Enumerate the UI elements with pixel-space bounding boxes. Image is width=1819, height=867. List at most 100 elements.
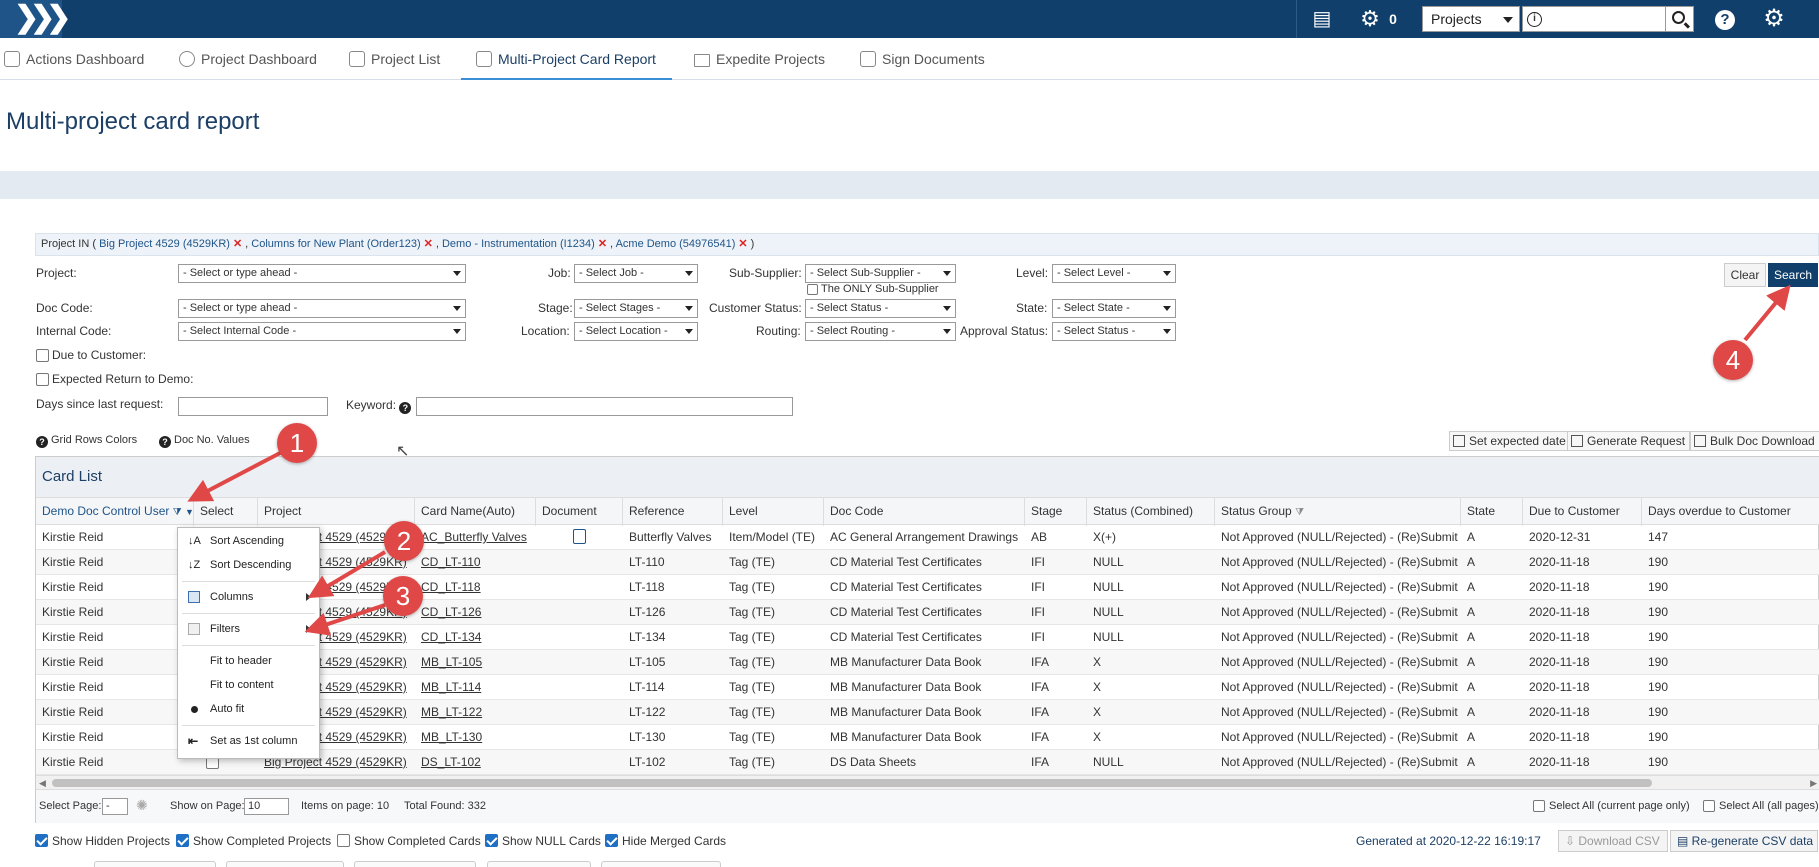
set-expected-date-button[interactable]: Set expected date (1449, 431, 1571, 451)
table-cell[interactable]: CD_LT-126 (415, 600, 536, 625)
only-sub-supplier-checkbox[interactable] (807, 284, 818, 295)
filter-icon[interactable]: ⧩ (173, 507, 182, 518)
internal-code-select[interactable]: - Select Internal Code - (178, 322, 466, 341)
table-cell[interactable]: MB_LT-105 (415, 650, 536, 675)
report-icon[interactable]: ▤ (1306, 0, 1338, 38)
bottom-tab[interactable] (354, 861, 476, 867)
tab-expedite-projects[interactable]: Expedite Projects (694, 38, 825, 80)
generate-request-button[interactable]: Generate Request (1567, 431, 1691, 451)
tab-project-list[interactable]: Project List (349, 38, 440, 80)
project-select[interactable]: - Select or type ahead - (178, 264, 466, 283)
show-null-cards-checkbox[interactable] (485, 834, 498, 847)
menu-item-sort-ascending[interactable]: ↓A Sort Ascending (178, 529, 319, 553)
select-all-pages-checkbox[interactable] (1703, 800, 1715, 812)
scrollbar-thumb[interactable] (52, 779, 1652, 787)
tab-project-dashboard[interactable]: Project Dashboard (179, 38, 317, 80)
menu-item-set-first-column[interactable]: ⇤ Set as 1st column (178, 729, 319, 753)
hide-merged-cards-option[interactable]: Hide Merged Cards (605, 830, 726, 852)
table-cell[interactable]: CD_LT-118 (415, 575, 536, 600)
table-cell[interactable]: MB_LT-114 (415, 675, 536, 700)
bottom-tab[interactable] (226, 861, 344, 867)
column-header[interactable]: Status Group ⧩ (1215, 498, 1461, 526)
table-cell[interactable]: CD_LT-110 (415, 550, 536, 575)
days-since-input[interactable] (178, 397, 328, 416)
filter-chip[interactable]: Big Project 4529 (4529KR) (99, 238, 230, 250)
select-all-current-checkbox[interactable] (1533, 800, 1545, 812)
routing-select[interactable]: - Select Routing - (805, 322, 956, 341)
remove-chip-icon[interactable]: ✕ (424, 238, 433, 250)
table-cell[interactable]: MB_LT-130 (415, 725, 536, 750)
global-search-button[interactable] (1666, 6, 1694, 32)
bottom-tab[interactable] (487, 861, 591, 867)
keyword-input[interactable] (416, 397, 793, 416)
show-hidden-projects-option[interactable]: Show Hidden Projects (35, 830, 170, 852)
show-completed-projects-option[interactable]: Show Completed Projects (176, 830, 331, 852)
show-completed-projects-checkbox[interactable] (176, 834, 189, 847)
remove-chip-icon[interactable]: ✕ (738, 238, 747, 250)
chevron-down-icon[interactable]: ▼ (185, 507, 193, 517)
column-header[interactable]: Stage (1025, 498, 1087, 526)
tab-actions-dashboard[interactable]: Actions Dashboard (4, 38, 144, 80)
horizontal-scrollbar[interactable]: ◀ ▶ (36, 775, 1819, 789)
doc-code-select[interactable]: - Select or type ahead - (178, 299, 466, 318)
regenerate-csv-button[interactable]: ▤ Re-generate CSV data (1670, 830, 1818, 852)
tab-sign-documents[interactable]: Sign Documents (860, 38, 985, 80)
due-to-customer-checkbox[interactable] (36, 349, 49, 362)
document-icon[interactable] (573, 529, 586, 544)
settings-icon[interactable]: ⚙ (1758, 0, 1790, 38)
column-header[interactable]: Days overdue to Customer (1642, 498, 1819, 526)
approval-status-select[interactable]: - Select Status - (1052, 322, 1176, 341)
column-header[interactable]: State (1461, 498, 1523, 526)
select-page-dropdown[interactable]: - (102, 798, 128, 815)
hide-merged-cards-checkbox[interactable] (605, 834, 618, 847)
column-header[interactable]: Reference (623, 498, 723, 526)
bulk-doc-download-button[interactable]: Bulk Doc Download (1690, 431, 1819, 451)
show-on-page-dropdown[interactable]: 10 (244, 798, 289, 815)
logo-chevrons-icon[interactable]: ❯❯❯ (0, 0, 71, 38)
gears-icon[interactable]: ⚙ (1356, 0, 1384, 38)
scroll-left-icon[interactable]: ◀ (39, 778, 46, 789)
search-button[interactable]: Search (1768, 263, 1818, 287)
show-completed-cards-option[interactable]: Show Completed Cards (337, 830, 481, 852)
download-csv-button[interactable]: ⇩ Download CSV (1558, 830, 1668, 852)
show-completed-cards-checkbox[interactable] (337, 834, 350, 847)
customer-status-select[interactable]: - Select Status - (805, 299, 956, 318)
help-icon[interactable]: ? (399, 402, 412, 414)
column-header[interactable]: Document (536, 498, 623, 526)
filter-chip[interactable]: Columns for New Plant (Order123) (251, 238, 420, 250)
remove-chip-icon[interactable]: ✕ (598, 238, 607, 250)
state-select[interactable]: - Select State - (1052, 299, 1176, 318)
column-header[interactable]: Due to Customer (1523, 498, 1642, 526)
show-null-cards-option[interactable]: Show NULL Cards (485, 830, 601, 852)
location-select[interactable]: - Select Location - (574, 322, 698, 341)
column-header[interactable]: Select (194, 498, 258, 526)
column-header[interactable]: Demo Doc Control User ⧩ ▼ (36, 498, 194, 526)
column-header[interactable]: Status (Combined) (1087, 498, 1215, 526)
table-cell[interactable]: CD_LT-134 (415, 625, 536, 650)
level-select[interactable]: - Select Level - (1052, 264, 1176, 283)
column-header[interactable]: Level (723, 498, 824, 526)
filter-chip[interactable]: Demo - Instrumentation (I1234) (442, 238, 595, 250)
tab-multi-project-card-report[interactable]: Multi-Project Card Report (461, 38, 672, 80)
menu-item-filters[interactable]: Filters (178, 617, 319, 641)
column-header[interactable]: Project (258, 498, 415, 526)
table-cell[interactable]: AC_Butterfly Valves (415, 525, 536, 550)
clear-button[interactable]: Clear (1724, 263, 1766, 287)
scroll-right-icon[interactable]: ▶ (1810, 778, 1817, 789)
table-cell[interactable]: MB_LT-122 (415, 700, 536, 725)
table-cell[interactable]: DS_LT-102 (415, 750, 536, 775)
bottom-tab[interactable] (601, 861, 721, 867)
expected-return-checkbox[interactable] (36, 373, 49, 386)
filter-icon[interactable]: ⧩ (1295, 507, 1304, 518)
grid-rows-colors-link[interactable]: ? Grid Rows Colors (36, 434, 137, 448)
refresh-icon[interactable]: ✺ (136, 797, 148, 814)
remove-chip-icon[interactable]: ✕ (233, 238, 242, 250)
stage-select[interactable]: - Select Stages - (574, 299, 698, 318)
column-header[interactable]: Card Name(Auto) (415, 498, 536, 526)
doc-no-values-link[interactable]: ? Doc No. Values (159, 434, 250, 448)
menu-item-sort-descending[interactable]: ↓Z Sort Descending (178, 553, 319, 577)
bottom-tab[interactable] (94, 861, 216, 867)
global-search-input[interactable]: i (1522, 6, 1666, 32)
menu-item-fit-header[interactable]: Fit to header (178, 649, 319, 673)
filter-chip[interactable]: Acme Demo (54976541) (616, 238, 736, 250)
